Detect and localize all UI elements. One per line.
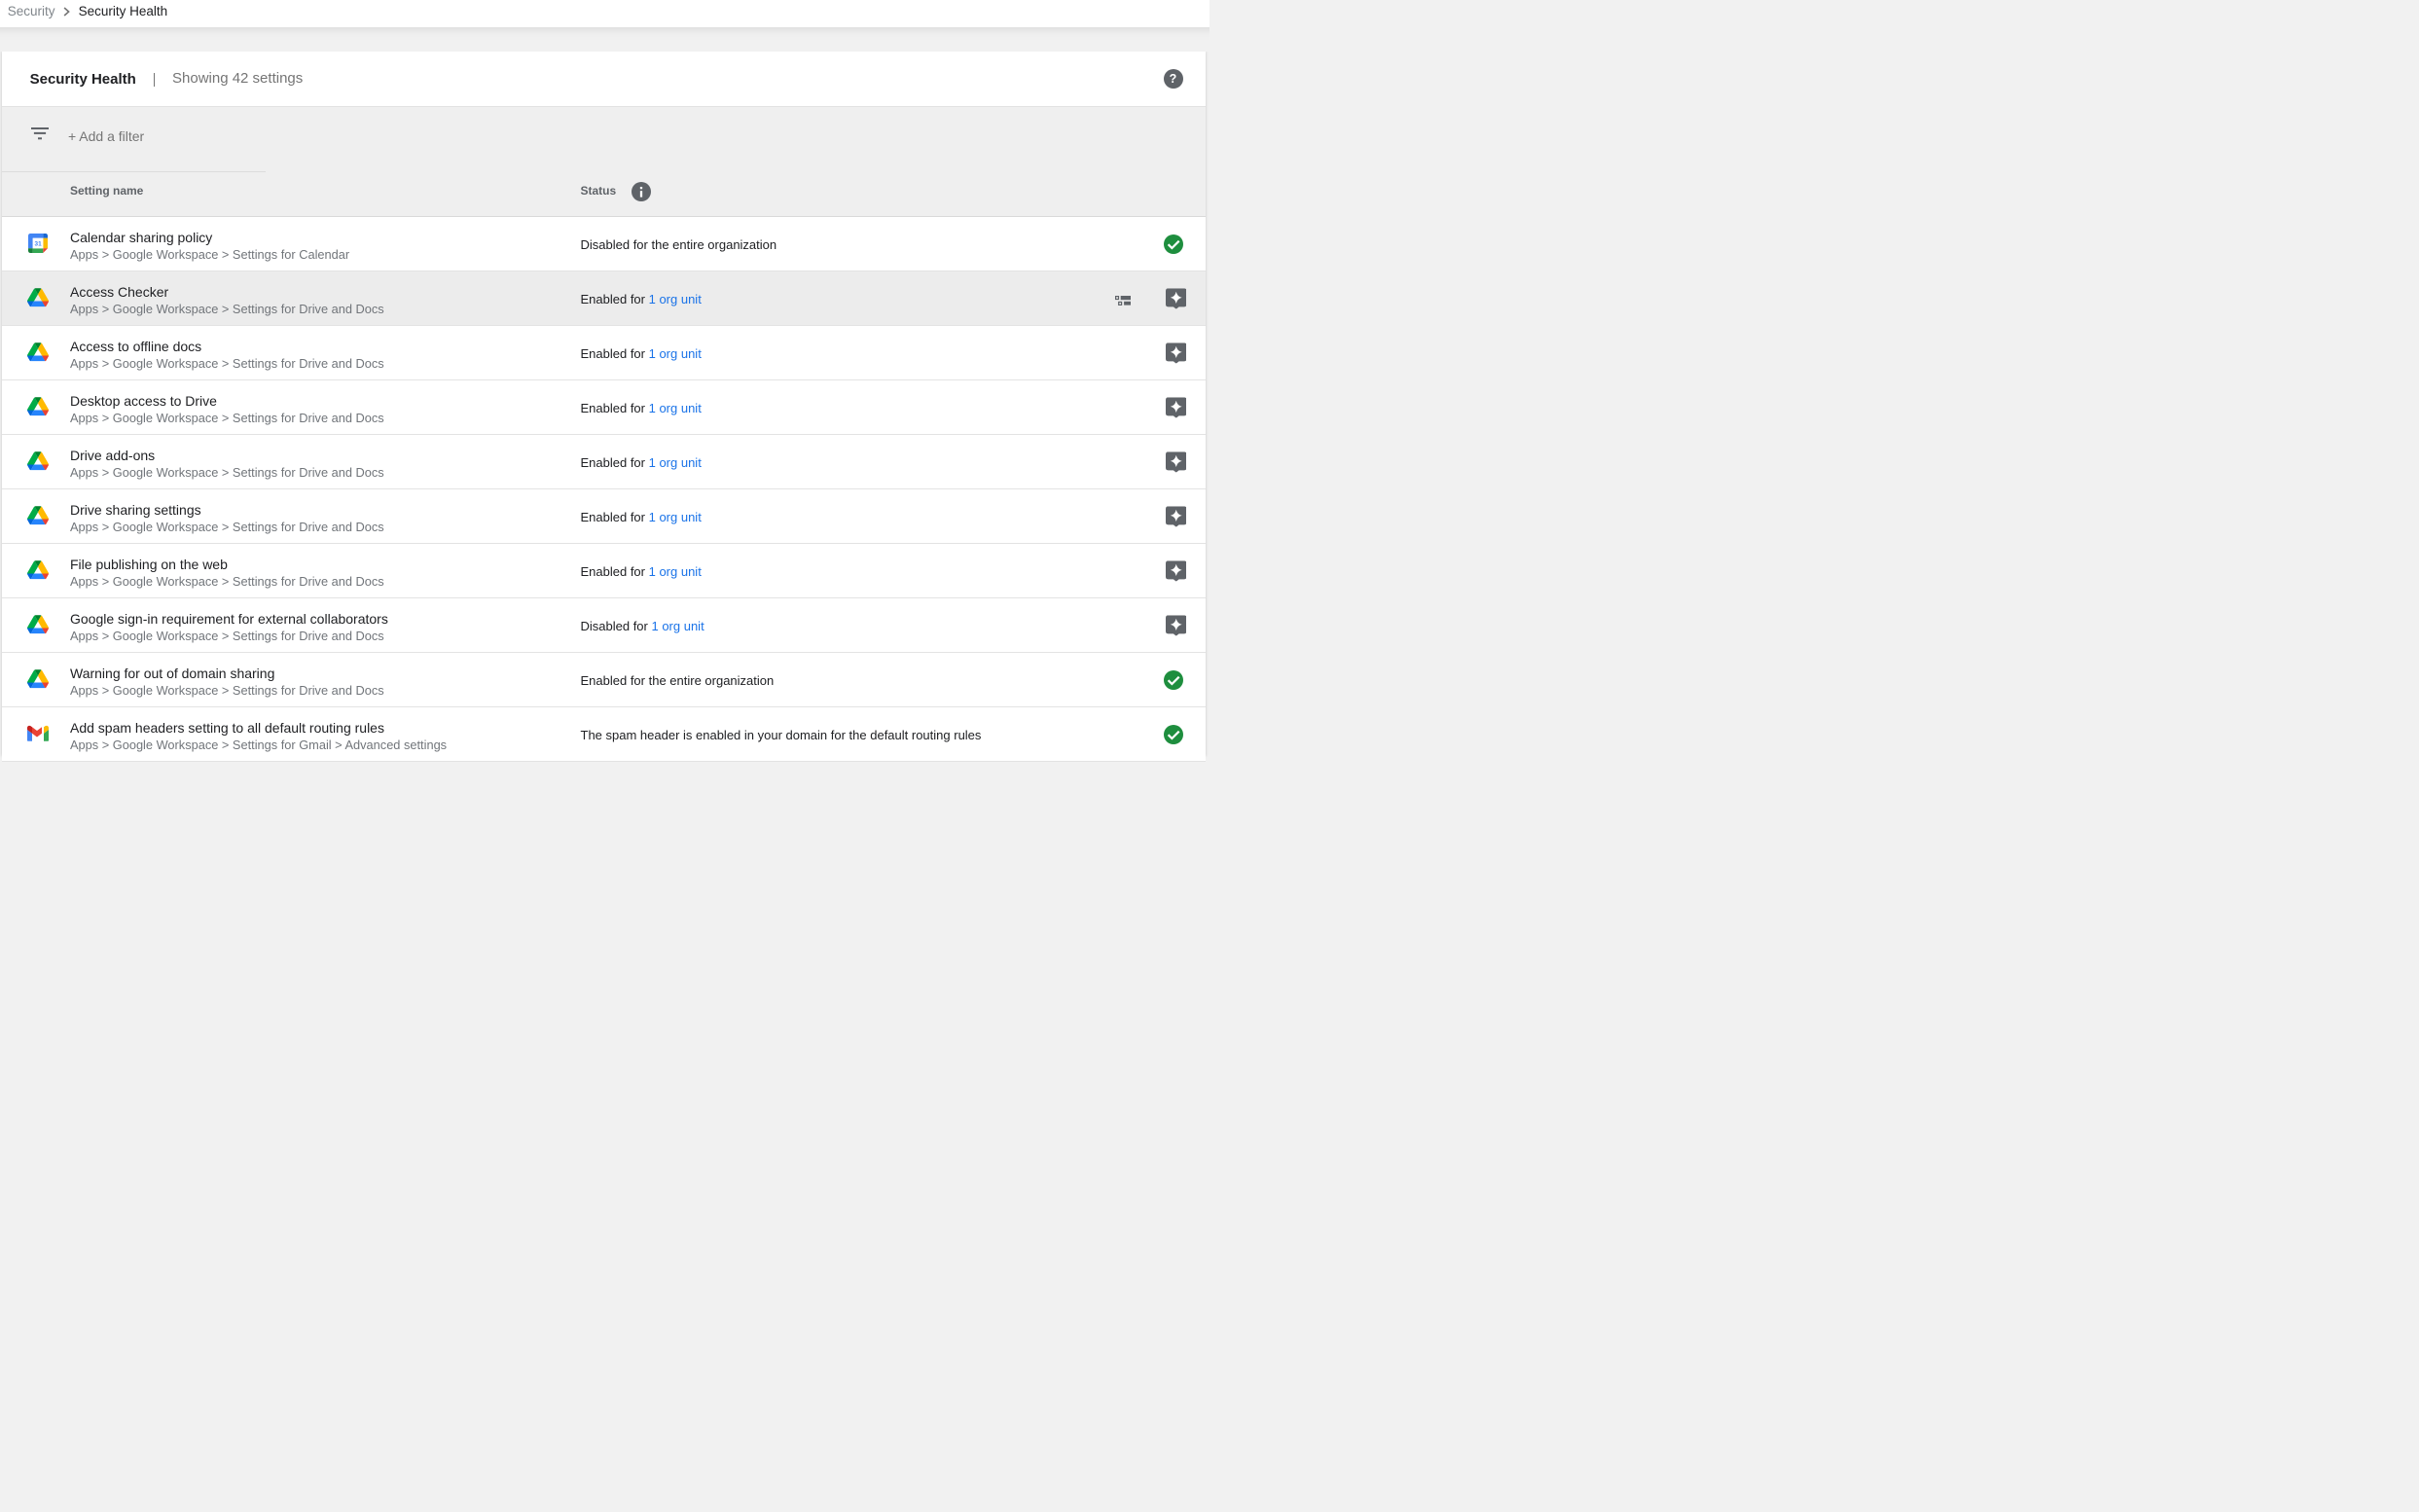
svg-text:31: 31: [35, 240, 43, 247]
